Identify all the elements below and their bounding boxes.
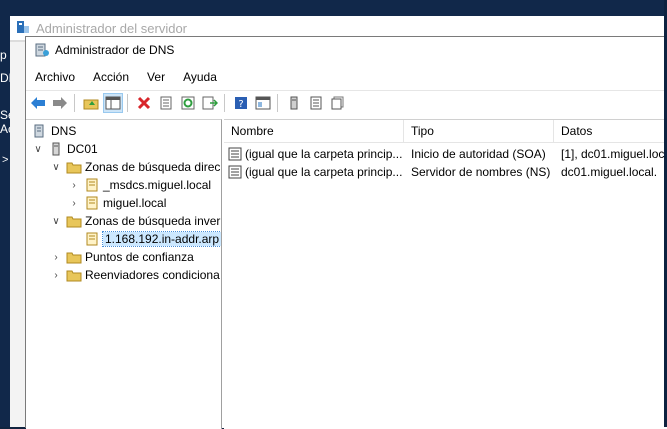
dns-manager-window: Administrador de DNS Archivo Acción Ver … bbox=[25, 36, 667, 429]
table-row[interactable]: (igual que la carpeta princip... Inicio … bbox=[224, 145, 667, 163]
record-data: [1], dc01.miguel.loc bbox=[561, 147, 665, 161]
menu-ver[interactable]: Ver bbox=[138, 70, 174, 84]
tree-label: Reenviadores condiciona bbox=[85, 268, 220, 282]
toolbar: ? bbox=[26, 90, 667, 115]
tree-item-zone-reverse[interactable]: 1.168.192.in-addr.arp bbox=[80, 230, 221, 248]
list-button[interactable] bbox=[306, 93, 326, 113]
chevron-right-icon[interactable]: › bbox=[50, 251, 62, 263]
back-button[interactable] bbox=[28, 93, 48, 113]
record-icon bbox=[228, 165, 242, 179]
console-tree: DNS ∨ DC01 ∨ Zonas de búsqueda direc › _… bbox=[26, 119, 222, 429]
records-button[interactable] bbox=[328, 93, 348, 113]
toolbar-separator bbox=[74, 94, 75, 112]
server-manager-icon bbox=[16, 20, 30, 37]
cell-name: (igual que la carpeta princip... bbox=[224, 163, 404, 181]
refresh-icon bbox=[181, 96, 195, 110]
folder-icon bbox=[66, 159, 82, 175]
chevron-right-icon[interactable]: › bbox=[50, 269, 62, 281]
forward-button[interactable] bbox=[50, 93, 70, 113]
delete-button[interactable] bbox=[134, 93, 154, 113]
chevron-down-icon[interactable]: ∨ bbox=[50, 215, 62, 227]
chevron-down-icon[interactable]: ∨ bbox=[32, 143, 44, 155]
tree-item-dc01[interactable]: ∨ DC01 bbox=[32, 140, 98, 158]
tree-item-forward-zones[interactable]: ∨ Zonas de búsqueda direc bbox=[50, 158, 220, 176]
menu-bar: Archivo Acción Ver Ayuda bbox=[26, 67, 667, 87]
show-hide-tree-icon bbox=[105, 96, 121, 110]
dns-window-titlebar[interactable]: Administrador de DNS bbox=[26, 37, 667, 63]
dns-app-icon bbox=[35, 43, 49, 60]
zone-icon bbox=[84, 177, 100, 193]
tree-item-zone-miguel[interactable]: › miguel.local bbox=[68, 194, 166, 212]
console-icon bbox=[255, 96, 271, 110]
folder-icon bbox=[66, 249, 82, 265]
table-row[interactable]: (igual que la carpeta princip... Servido… bbox=[224, 163, 667, 181]
cell-name: (igual que la carpeta princip... bbox=[224, 145, 404, 163]
menu-ayuda[interactable]: Ayuda bbox=[174, 70, 226, 84]
chevron-down-icon[interactable]: ∨ bbox=[50, 161, 62, 173]
tree-label: 1.168.192.in-addr.arp bbox=[101, 231, 221, 247]
list-icon bbox=[310, 96, 322, 110]
server-manager-title: Administrador del servidor bbox=[36, 20, 188, 36]
dns-icon bbox=[32, 123, 48, 139]
record-icon bbox=[228, 147, 242, 161]
zone-icon bbox=[84, 195, 100, 211]
delete-icon bbox=[137, 96, 151, 110]
folder-icon bbox=[66, 213, 82, 229]
properties-icon bbox=[160, 96, 172, 110]
tree-label: Zonas de búsqueda inver bbox=[85, 214, 221, 228]
chevron-right-icon: > bbox=[2, 154, 9, 166]
server-icon bbox=[48, 141, 64, 157]
toolbar-separator bbox=[224, 94, 225, 112]
tree-label: DC01 bbox=[67, 142, 98, 156]
export-list-icon bbox=[202, 96, 218, 110]
menu-accion[interactable]: Acción bbox=[84, 70, 138, 84]
record-data: dc01.miguel.local. bbox=[561, 165, 658, 179]
records-list: Nombre Tipo Datos (igual que la carpeta … bbox=[224, 119, 667, 429]
tree-item-forwarders[interactable]: › Reenviadores condiciona bbox=[50, 266, 220, 284]
tree-item-zone-msdcs[interactable]: › _msdcs.miguel.local bbox=[68, 176, 211, 194]
svg-text:?: ? bbox=[238, 99, 243, 110]
tree-label: _msdcs.miguel.local bbox=[103, 178, 212, 192]
tree-label: Puntos de confianza bbox=[85, 250, 194, 264]
tree-label: miguel.local bbox=[103, 196, 167, 210]
chevron-right-icon[interactable]: › bbox=[68, 179, 80, 191]
tree-label: Zonas de búsqueda direc bbox=[85, 160, 221, 174]
tree-item-trust-points[interactable]: › Puntos de confianza bbox=[50, 248, 194, 266]
help-icon: ? bbox=[235, 97, 247, 110]
properties-button[interactable] bbox=[156, 93, 176, 113]
tree-item-dns[interactable]: DNS bbox=[32, 122, 76, 140]
toolbar-separator bbox=[277, 94, 278, 112]
record-name: (igual que la carpeta princip... bbox=[245, 165, 403, 179]
console-button[interactable] bbox=[253, 93, 273, 113]
show-hide-tree-button[interactable] bbox=[103, 93, 123, 113]
column-header-type[interactable]: Tipo bbox=[404, 120, 554, 142]
menu-archivo[interactable]: Archivo bbox=[26, 70, 84, 84]
export-list-button[interactable] bbox=[200, 93, 220, 113]
tree-label: DNS bbox=[51, 124, 77, 138]
back-icon bbox=[31, 97, 45, 109]
help-button[interactable]: ? bbox=[231, 93, 251, 113]
window-title: Administrador de DNS bbox=[55, 43, 175, 57]
server-button[interactable] bbox=[284, 93, 304, 113]
chevron-right-icon[interactable]: › bbox=[68, 197, 80, 209]
tree-item-reverse-zones[interactable]: ∨ Zonas de búsqueda inver bbox=[50, 212, 220, 230]
records-icon bbox=[331, 96, 344, 110]
desktop-fragment: p bbox=[0, 48, 7, 62]
server-icon bbox=[290, 96, 298, 110]
up-folder-button[interactable] bbox=[81, 93, 101, 113]
forward-icon bbox=[53, 97, 67, 109]
record-type: Inicio de autoridad (SOA) bbox=[411, 147, 546, 161]
column-header-data[interactable]: Datos bbox=[554, 120, 667, 142]
list-header: Nombre Tipo Datos bbox=[224, 120, 667, 143]
folder-icon bbox=[66, 267, 82, 283]
refresh-button[interactable] bbox=[178, 93, 198, 113]
record-name: (igual que la carpeta princip... bbox=[245, 147, 403, 161]
zone-icon bbox=[84, 231, 100, 247]
toolbar-separator bbox=[127, 94, 128, 112]
column-header-name[interactable]: Nombre bbox=[224, 120, 404, 142]
record-type: Servidor de nombres (NS) bbox=[411, 165, 551, 179]
up-folder-icon bbox=[83, 99, 99, 110]
